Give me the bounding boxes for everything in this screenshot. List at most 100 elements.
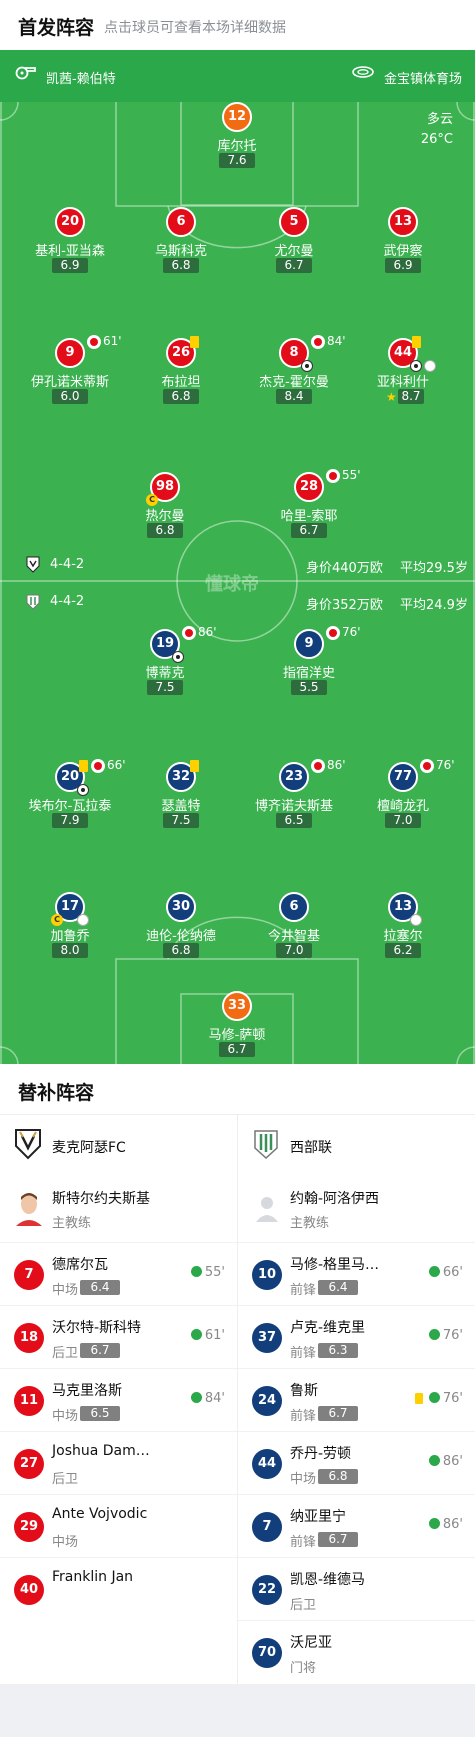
player-card[interactable]: 26 布拉坦 6.8 [126, 336, 236, 418]
sub-player-row[interactable]: 7 德席尔瓦 中场 6.4 55' [0, 1242, 237, 1305]
player-card[interactable]: 20 66' 埃布尔-瓦拉泰 7.9 [15, 758, 126, 842]
sub-in-minute: 86' [429, 1454, 463, 1469]
player-name: 亚科利什 [376, 375, 429, 390]
substitution-icon [420, 759, 434, 773]
yellow-card-icon [412, 336, 421, 348]
pitch: 多云 26°C 懂球帝 12 库尔托 7.6 20 基利-亚当森 6.9 6 乌… [0, 102, 475, 1064]
player-rating: 6.8 [163, 943, 199, 958]
player-card[interactable]: 8 84' 杰克-霍尔曼 8.4 [239, 334, 349, 418]
sub-minute: 86' [327, 758, 346, 772]
player-name: 杰克-霍尔曼 [259, 375, 329, 390]
player-name: 迪伦-伦纳德 [146, 929, 216, 944]
jersey-number: 70 [252, 1638, 282, 1668]
player-card[interactable]: 9 61' 伊孔诺米蒂斯 6.0 [15, 334, 125, 418]
player-card[interactable]: 44 亚科利什 ★ 8.7 [348, 336, 458, 418]
match-info-bar: 凯茜-赖伯特 金宝镇体育场 [0, 50, 475, 102]
player-card[interactable]: 12 库尔托 7.6 [182, 102, 292, 182]
home-team-summary: 4-4-2 身价440万欧 平均29.5岁 [0, 554, 475, 576]
player-name: 卢克-维克里 [290, 1320, 366, 1336]
player-rating: 6.9 [385, 258, 421, 273]
player-name: 凯恩-维德马 [290, 1572, 366, 1588]
sub-in-minute: 66' [429, 1265, 463, 1280]
coach-name: 约翰-阿洛伊西 [290, 1191, 380, 1207]
footer-spacer [0, 1684, 475, 1737]
sub-player-row[interactable]: 11 马克里洛斯 中场 6.5 84' [0, 1368, 237, 1431]
sub-player-row[interactable]: 22 凯恩-维德马 后卫 [238, 1557, 475, 1620]
sub-in-minute: 86' [429, 1517, 463, 1532]
player-position: 后卫 [52, 1472, 79, 1487]
jersey-number: 6 [279, 892, 309, 922]
substitution-icon [326, 469, 340, 483]
player-rating: 6.4 [80, 1280, 120, 1295]
sub-minute: 61' [103, 334, 122, 348]
player-card[interactable]: 13 武伊察 6.9 [348, 207, 458, 287]
sub-player-row[interactable]: 70 沃尼亚 门将 [238, 1620, 475, 1683]
player-card[interactable]: 28 55' 哈里-索耶 6.7 [254, 468, 364, 552]
player-card[interactable]: 5 尤尔曼 6.7 [239, 207, 349, 287]
sub-player-row[interactable]: 24 鲁斯 前锋 6.7 76' [238, 1368, 475, 1431]
sub-in-minute: 61' [191, 1328, 225, 1343]
home-coach[interactable]: 斯特尔约夫斯基 主教练 [0, 1178, 237, 1242]
player-rating: 6.7 [318, 1532, 358, 1547]
stadium-name: 金宝镇体育场 [384, 72, 463, 87]
player-card[interactable]: 23 86' 博齐诺夫斯基 6.5 [239, 758, 349, 842]
player-name: 檀崎龙孔 [376, 799, 429, 814]
player-card[interactable]: 30 迪伦-伦纳德 6.8 [126, 892, 236, 972]
player-name: 埃布尔-瓦拉泰 [28, 799, 112, 814]
away-coach[interactable]: 约翰-阿洛伊西 主教练 [238, 1178, 475, 1242]
player-name: 德席尔瓦 [52, 1257, 108, 1273]
player-name: 马克里洛斯 [52, 1383, 122, 1399]
player-name: 尤尔曼 [274, 244, 314, 259]
player-name: 马修-萨顿 [208, 1028, 266, 1043]
player-card[interactable]: 6 乌斯科克 6.8 [126, 207, 236, 287]
player-card[interactable]: 19 86' 博蒂克 7.5 [110, 625, 220, 709]
away-crest-icon [26, 594, 40, 610]
jersey-number: 44 [252, 1449, 282, 1479]
player-card[interactable]: 9 76' 指宿洋史 5.5 [254, 625, 364, 709]
jersey-number: 7 [252, 1512, 282, 1542]
sub-in-minute: 76' [429, 1391, 463, 1406]
sub-minute: 86' [198, 625, 217, 639]
player-card[interactable]: 6 今井智基 7.0 [239, 892, 349, 972]
player-card[interactable]: 33 马修-萨顿 6.7 [182, 991, 292, 1064]
jersey-number: 33 [222, 991, 252, 1021]
section-title: 替补阵容 [18, 1082, 95, 1104]
player-card[interactable]: 20 基利-亚当森 6.9 [15, 207, 125, 287]
sub-player-row[interactable]: 29 Ante Vojvodic 中场 [0, 1494, 237, 1557]
player-position: 前锋 [290, 1409, 317, 1424]
sub-player-row[interactable]: 18 沃尔特-斯科特 后卫 6.7 61' [0, 1305, 237, 1368]
home-average-age: 平均29.5岁 [400, 561, 468, 576]
player-rating: 7.9 [52, 813, 88, 828]
player-position: 后卫 [290, 1598, 317, 1613]
player-name: 博齐诺夫斯基 [254, 799, 333, 814]
player-card[interactable]: 77 76' 檀崎龙孔 7.0 [348, 758, 458, 842]
sub-player-row[interactable]: 40 Franklin Jan [0, 1557, 237, 1620]
player-rating: 6.8 [147, 523, 183, 538]
substitutes-section: 替补阵容 麦克阿瑟FC 斯特尔约夫斯基 主教练 7 德席尔瓦 中场 6.4 55… [0, 1064, 475, 1684]
away-market-value: 身价352万欧 [306, 598, 383, 613]
sub-player-row[interactable]: 7 纳亚里宁 前锋 6.7 86' [238, 1494, 475, 1557]
player-card[interactable]: 32 瑟盖特 7.5 [126, 760, 236, 842]
away-team-header[interactable]: 西部联 [238, 1114, 475, 1178]
sub-player-row[interactable]: 27 Joshua Dam… 后卫 [0, 1431, 237, 1494]
coach-name: 斯特尔约夫斯基 [52, 1191, 150, 1207]
jersey-number: 7 [14, 1260, 44, 1290]
jersey-number: 23 [279, 762, 309, 792]
home-team-name: 麦克阿瑟FC [52, 1140, 126, 1156]
player-name: 乔丹-劳顿 [290, 1446, 352, 1462]
player-rating: 8.4 [276, 389, 312, 404]
home-formation: 4-4-2 [50, 557, 85, 572]
home-team-header[interactable]: 麦克阿瑟FC [0, 1114, 237, 1178]
player-card[interactable]: 98 C 热尔曼 6.8 [110, 472, 220, 552]
sub-in-minute: 84' [191, 1391, 225, 1406]
player-card[interactable]: 17 C 加鲁乔 8.0 [15, 892, 125, 972]
sub-player-row[interactable]: 44 乔丹-劳顿 中场 6.8 86' [238, 1431, 475, 1494]
home-team-logo-icon [15, 1129, 41, 1160]
jersey-number: 9 [294, 629, 324, 659]
player-position: 前锋 [290, 1346, 317, 1361]
player-card[interactable]: 13 拉塞尔 6.2 [348, 892, 458, 972]
sub-player-row[interactable]: 37 卢克-维克里 前锋 6.3 76' [238, 1305, 475, 1368]
sub-player-row[interactable]: 10 马修-格里马… 前锋 6.4 66' [238, 1242, 475, 1305]
page-subtitle: 点击球员可查看本场详细数据 [104, 20, 286, 36]
player-rating: 6.8 [163, 258, 199, 273]
